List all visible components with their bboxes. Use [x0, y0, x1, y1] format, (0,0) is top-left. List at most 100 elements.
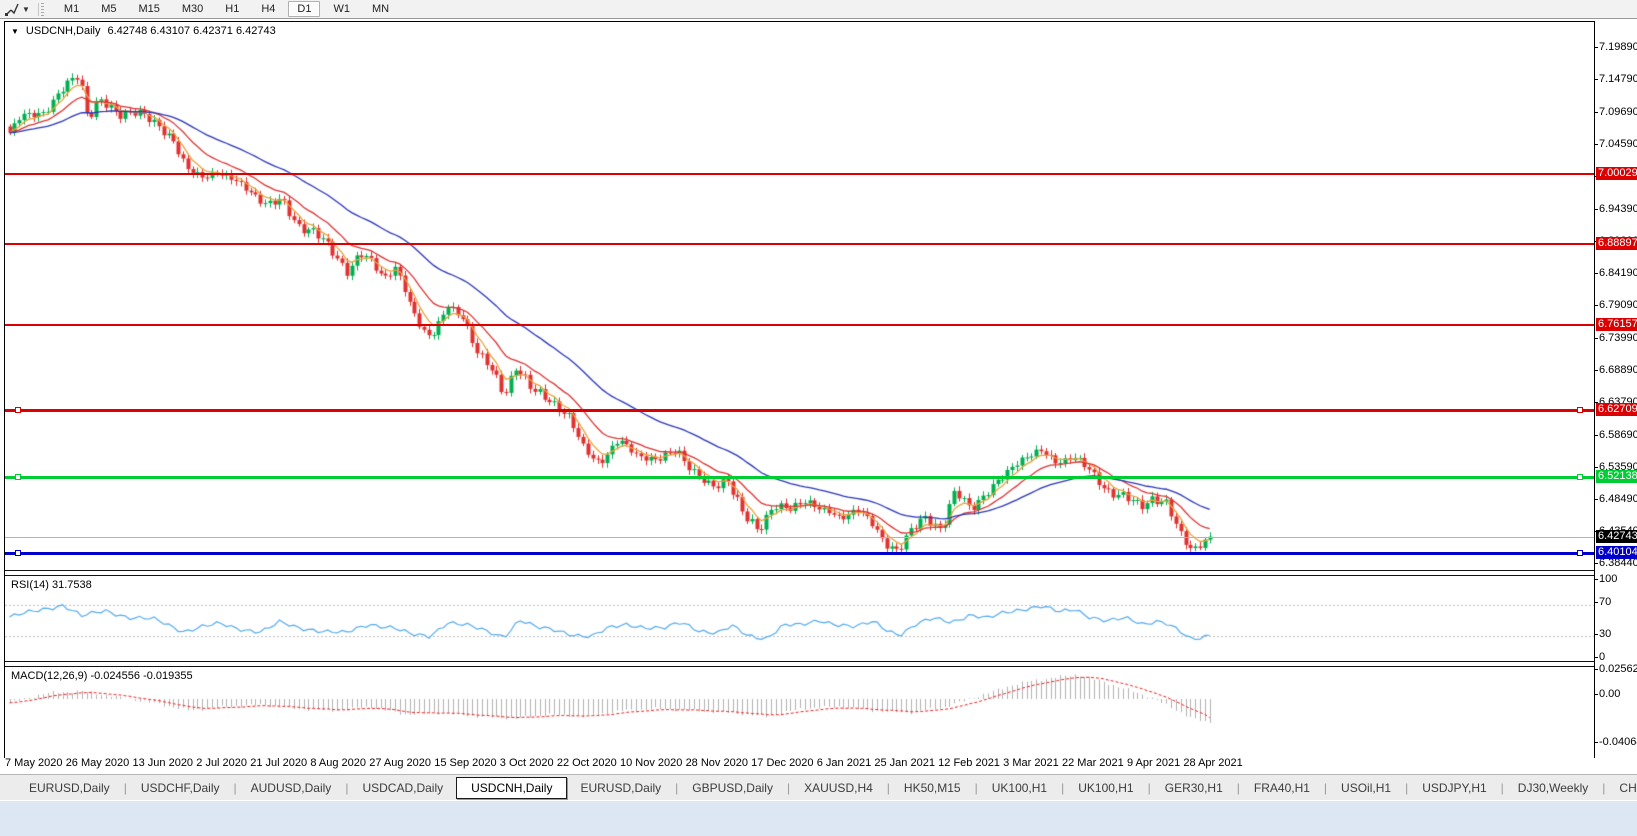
timeframe-button-m30[interactable]: M30: [173, 1, 212, 17]
date-tick-label: 22 Oct 2020: [557, 757, 617, 773]
crosshair-tool-icon[interactable]: [3, 2, 21, 17]
price-level-line[interactable]: [5, 409, 1594, 412]
price-level-label: 6.62709: [1596, 403, 1637, 416]
price-tick-mark: [1595, 338, 1598, 339]
date-tick-label: 22 Mar 2021: [1062, 757, 1124, 773]
rsi-label: RSI(14) 31.7538: [11, 579, 92, 591]
price-tick-label: 6.73990: [1599, 332, 1637, 345]
price-level-label: 7.00029: [1596, 167, 1637, 180]
chart-tab-gbpusd-daily[interactable]: GBPUSD,Daily: [679, 778, 786, 798]
price-level-line[interactable]: [5, 552, 1594, 555]
chart-tab-uk100-h1[interactable]: UK100,H1: [1065, 778, 1146, 798]
line-selection-handle[interactable]: [15, 474, 21, 480]
date-tick-label: 15 Sep 2020: [434, 757, 496, 773]
chart-tab-hk50-m15[interactable]: HK50,M15: [891, 778, 974, 798]
timeframe-button-m15[interactable]: M15: [129, 1, 168, 17]
rsi-tick-label: 100: [1599, 573, 1617, 586]
rsi-tick-mark: [1595, 657, 1598, 658]
price-tick-mark: [1595, 273, 1598, 274]
chart-tab-eurusd-daily[interactable]: EURUSD,Daily: [16, 778, 123, 798]
date-tick-label: 2 Jul 2020: [196, 757, 247, 773]
price-level-line[interactable]: [5, 476, 1594, 479]
macd-canvas: [5, 667, 1594, 761]
price-tick-label: 6.58690: [1599, 429, 1637, 442]
timeframe-button-m1[interactable]: M1: [55, 1, 88, 17]
price-tick-mark: [1595, 467, 1598, 468]
macd-tick-mark: [1595, 694, 1598, 695]
timeframe-button-h4[interactable]: H4: [252, 1, 284, 17]
date-tick-label: 3 Oct 2020: [500, 757, 554, 773]
chart-title: ▼ USDCNH,Daily 6.42748 6.43107 6.42371 6…: [11, 25, 276, 37]
chart-tab-china300-h1[interactable]: CHINA300,H1: [1606, 778, 1637, 798]
date-tick-label: 28 Nov 2020: [686, 757, 748, 773]
chart-tab-usdchf-daily[interactable]: USDCHF,Daily: [128, 778, 233, 798]
chart-tab-eurusd-daily[interactable]: EURUSD,Daily: [567, 778, 674, 798]
toolbar-grip-handle[interactable]: [38, 3, 45, 16]
rsi-tick-mark: [1595, 579, 1598, 580]
line-selection-handle[interactable]: [15, 407, 21, 413]
price-level-label: 6.40104: [1596, 546, 1637, 559]
status-bar: [0, 800, 1637, 836]
macd-tick-label: -0.04068: [1599, 736, 1637, 749]
date-tick-label: 27 Aug 2020: [369, 757, 431, 773]
price-tick-label: 6.79090: [1599, 299, 1637, 312]
chart-tab-usdjpy-h1[interactable]: USDJPY,H1: [1409, 778, 1499, 798]
price-level-label: 6.52138: [1596, 470, 1637, 483]
macd-tick-mark: [1595, 742, 1598, 743]
price-level-line[interactable]: [5, 324, 1594, 326]
line-selection-handle[interactable]: [1577, 474, 1583, 480]
time-axis[interactable]: 7 May 202026 May 202013 Jun 20202 Jul 20…: [5, 757, 1243, 773]
date-tick-label: 21 Jul 2020: [250, 757, 307, 773]
chart-tab-fra40-h1[interactable]: FRA40,H1: [1241, 778, 1323, 798]
chart-tab-audusd-daily[interactable]: AUDUSD,Daily: [238, 778, 345, 798]
price-axis[interactable]: 7.198907.147907.096907.045906.994906.943…: [1595, 21, 1637, 758]
line-selection-handle[interactable]: [15, 550, 21, 556]
timeframe-button-w1[interactable]: W1: [324, 1, 359, 17]
collapse-caret-icon[interactable]: ▼: [11, 27, 19, 36]
chart-tab-usoil-h1[interactable]: USOil,H1: [1328, 778, 1404, 798]
rsi-tick-mark: [1595, 634, 1598, 635]
chart-tab-xauusd-h4[interactable]: XAUUSD,H4: [791, 778, 886, 798]
date-tick-label: 7 May 2020: [5, 757, 62, 773]
current-price-label: 6.42743: [1596, 530, 1637, 543]
date-tick-label: 6 Jan 2021: [817, 757, 871, 773]
ohlc-values: 6.42748 6.43107 6.42371 6.42743: [107, 25, 275, 37]
timeframe-button-h1[interactable]: H1: [216, 1, 248, 17]
main-chart-panel: ▼ USDCNH,Daily 6.42748 6.43107 6.42371 6…: [5, 22, 1594, 570]
date-tick-label: 13 Jun 2020: [133, 757, 194, 773]
chart-window: ▼ USDCNH,Daily 6.42748 6.43107 6.42371 6…: [4, 21, 1595, 758]
price-tick-mark: [1595, 79, 1598, 80]
tool-dropdown-caret-icon[interactable]: ▼: [22, 5, 30, 14]
chart-tab-usdcad-daily[interactable]: USDCAD,Daily: [349, 778, 456, 798]
chart-tab-ger30-h1[interactable]: GER30,H1: [1152, 778, 1236, 798]
price-tick-mark: [1595, 563, 1598, 564]
timeframe-button-d1[interactable]: D1: [288, 1, 320, 17]
chart-tab-usdcnh-daily[interactable]: USDCNH,Daily: [456, 777, 567, 799]
price-level-line[interactable]: [5, 173, 1594, 175]
price-tick-label: 6.84190: [1599, 267, 1637, 280]
date-tick-label: 9 Apr 2021: [1127, 757, 1180, 773]
price-tick-label: 7.04590: [1599, 138, 1637, 151]
price-level-label: 6.76157: [1596, 318, 1637, 331]
price-tick-mark: [1595, 435, 1598, 436]
current-price-line: [5, 537, 1594, 538]
date-tick-label: 12 Feb 2021: [938, 757, 1000, 773]
line-selection-handle[interactable]: [1577, 550, 1583, 556]
macd-label: MACD(12,26,9) -0.024556 -0.019355: [11, 670, 193, 682]
price-tick-mark: [1595, 112, 1598, 113]
price-level-line[interactable]: [5, 243, 1594, 245]
date-tick-label: 10 Nov 2020: [620, 757, 682, 773]
timeframe-button-m5[interactable]: M5: [92, 1, 125, 17]
candlestick-canvas: [5, 22, 1594, 570]
price-tick-mark: [1595, 144, 1598, 145]
date-tick-label: 17 Dec 2020: [751, 757, 813, 773]
timeframe-button-mn[interactable]: MN: [363, 1, 398, 17]
chart-tab-uk100-h1[interactable]: UK100,H1: [979, 778, 1060, 798]
date-tick-label: 28 Apr 2021: [1183, 757, 1242, 773]
macd-panel: MACD(12,26,9) -0.024556 -0.019355: [5, 667, 1594, 761]
line-selection-handle[interactable]: [1577, 407, 1583, 413]
price-tick-mark: [1595, 47, 1598, 48]
chart-tab-bar: EURUSD,Daily|USDCHF,Daily|AUDUSD,Daily|U…: [0, 774, 1637, 800]
symbol-period-label: USDCNH,Daily: [26, 25, 101, 37]
chart-tab-dj30-weekly[interactable]: DJ30,Weekly: [1505, 778, 1601, 798]
